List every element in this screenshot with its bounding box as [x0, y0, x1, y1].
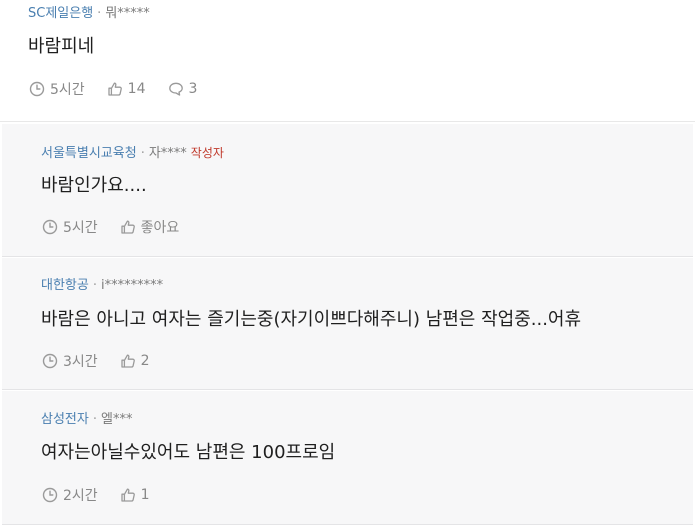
comment-meta: 대한항공 · i********* — [41, 278, 163, 294]
like-button[interactable]: 1 — [120, 487, 150, 503]
time-text: 5시간 — [63, 220, 98, 236]
like-label: 좋아요 — [140, 220, 180, 236]
clock-icon — [42, 353, 58, 369]
author-badge: 작성자 — [190, 146, 224, 160]
time-text: 2시간 — [63, 488, 98, 504]
nickname: i********* — [100, 278, 164, 293]
reply-item: 삼성전자 · 엘*** 여자는아닐수있어도 남편은 100프로임 2시간 1 — [2, 391, 693, 525]
thumbs-up-icon — [121, 488, 135, 502]
reply-button[interactable]: 3 — [168, 81, 198, 97]
clock-icon — [42, 487, 58, 503]
company-name[interactable]: 서울특별시교육청 — [41, 146, 137, 161]
comment-meta: 서울특별시교육청 · 자**** 작성자 — [41, 145, 224, 162]
like-count: 1 — [140, 487, 150, 503]
like-count: 2 — [140, 353, 150, 369]
comment-actions: 2시간 1 — [42, 485, 172, 505]
company-name[interactable]: 대한항공 — [41, 278, 89, 293]
reply-item: 대한항공 · i********* 바람은 아니고 여자는 즐기는중(자기이쁘다해주… — [2, 258, 693, 390]
meta-separator: · — [140, 146, 145, 161]
time-text: 5시간 — [50, 82, 85, 98]
like-button[interactable]: 14 — [107, 81, 146, 97]
like-button[interactable]: 2 — [120, 353, 150, 369]
meta-separator: · — [97, 6, 102, 21]
nickname: 뭐***** — [105, 6, 150, 21]
comment-actions: 5시간 좋아요 — [42, 217, 201, 237]
reply-item: 서울특별시교육청 · 자**** 작성자 바람인가요.... 5시간 좋아요 — [2, 124, 693, 257]
comment-thread: SC제일은행 · 뭐***** 바람피네 5시간 14 3 서울특별시교육청 · 자**… — [0, 0, 695, 530]
timestamp: 3시간 — [42, 351, 98, 371]
comment-body: 바람인가요.... — [41, 175, 147, 196]
comment-item: SC제일은행 · 뭐***** 바람피네 5시간 14 3 — [0, 0, 695, 122]
timestamp: 5시간 — [42, 217, 98, 237]
reply-count: 3 — [188, 81, 198, 97]
company-name[interactable]: SC제일은행 — [28, 6, 93, 21]
thumbs-up-icon — [121, 220, 135, 234]
comment-actions: 5시간 14 3 — [29, 79, 219, 99]
clock-icon — [29, 81, 45, 97]
timestamp: 5시간 — [29, 79, 85, 99]
thumbs-up-icon — [108, 82, 122, 96]
nickname: 엘*** — [100, 412, 133, 427]
timestamp: 2시간 — [42, 485, 98, 505]
nickname: 자**** — [148, 146, 187, 161]
thumbs-up-icon — [121, 354, 135, 368]
comment-body: 여자는아닐수있어도 남편은 100프로임 — [41, 442, 336, 463]
clock-icon — [42, 219, 58, 235]
company-name[interactable]: 삼성전자 — [41, 412, 89, 427]
time-text: 3시간 — [63, 354, 98, 370]
comment-body: 바람피네 — [28, 36, 95, 57]
meta-separator: · — [92, 278, 97, 293]
speech-bubble-icon — [168, 82, 183, 96]
like-button[interactable]: 좋아요 — [120, 217, 180, 237]
comment-actions: 3시간 2 — [42, 351, 172, 371]
like-count: 14 — [127, 81, 146, 97]
comment-meta: 삼성전자 · 엘*** — [41, 412, 132, 428]
comment-meta: SC제일은행 · 뭐***** — [28, 6, 150, 22]
comment-body: 바람은 아니고 여자는 즐기는중(자기이쁘다해주니) 남편은 작업중...어휴 — [41, 309, 582, 330]
meta-separator: · — [92, 412, 97, 427]
